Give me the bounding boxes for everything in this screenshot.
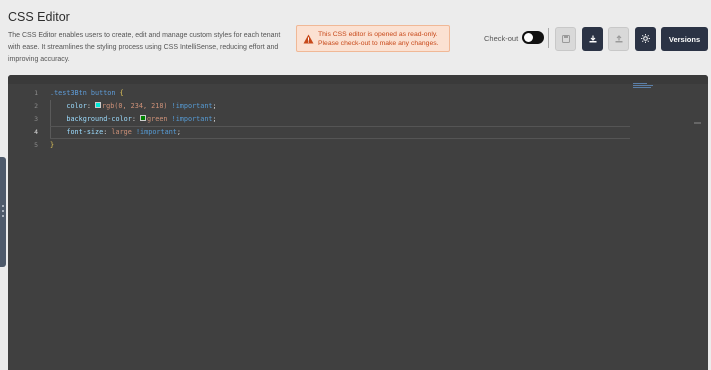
line-number: 2	[34, 101, 38, 110]
css-property: background-color	[66, 114, 132, 123]
code-line: background-color: green !important;	[50, 112, 630, 126]
code-line: .test3Btn button {	[50, 87, 630, 100]
download-button[interactable]	[582, 27, 603, 51]
save-icon	[561, 30, 570, 48]
line-number: 5	[34, 140, 38, 149]
checkout-label: Check-out	[484, 34, 519, 43]
semicolon: ;	[212, 101, 217, 110]
alert-line-2: Please check-out to make any changes.	[318, 39, 439, 47]
code-editor[interactable]: 1 2 3 4 5 .test3Btn button { color: rgb(…	[8, 75, 708, 370]
css-selector: .test3Btn button	[50, 89, 116, 97]
alert-message: This CSS editor is opened as read-only. …	[318, 30, 439, 48]
color-swatch[interactable]	[140, 115, 147, 122]
semicolon: ;	[176, 127, 181, 136]
open-brace: {	[115, 89, 124, 97]
editor-top-bar	[8, 75, 708, 84]
code-line: }	[50, 139, 630, 152]
line-number: 4	[34, 127, 38, 136]
checkout-toggle[interactable]	[522, 31, 544, 44]
line-number: 3	[34, 114, 38, 123]
save-button[interactable]	[555, 27, 576, 51]
scrollbar-marker[interactable]	[694, 122, 701, 124]
page-description: The CSS Editor enables users to create, …	[8, 32, 281, 63]
close-brace: }	[50, 140, 55, 149]
editor-minimap[interactable]	[633, 83, 663, 93]
color-swatch[interactable]	[95, 102, 102, 109]
versions-button[interactable]: Versions	[661, 27, 708, 51]
side-panel-handle[interactable]	[0, 157, 6, 267]
important-flag: !important	[131, 127, 177, 136]
colon: :	[86, 101, 96, 110]
alert-line-1: This CSS editor is opened as read-only.	[318, 30, 438, 38]
upload-icon	[615, 30, 623, 48]
page-title: CSS Editor	[8, 10, 70, 24]
css-property: font-size	[66, 127, 104, 136]
read-only-alert: This CSS editor is opened as read-only. …	[296, 25, 450, 52]
line-number: 1	[34, 89, 38, 97]
important-flag: !important	[167, 114, 213, 123]
warning-icon	[300, 34, 316, 44]
code-content[interactable]: .test3Btn button { color: rgb(0, 234, 21…	[50, 87, 630, 151]
upload-button[interactable]	[608, 27, 629, 51]
css-editor-page: CSS Editor The CSS Editor enables users …	[0, 0, 711, 370]
toggle-knob	[524, 33, 533, 42]
line-number-gutter: 1 2 3 4 5	[8, 87, 42, 151]
semicolon: ;	[212, 114, 217, 123]
colon: :	[131, 114, 141, 123]
toolbar-divider	[548, 28, 549, 48]
sun-icon	[641, 30, 650, 48]
css-value: green	[147, 114, 168, 123]
css-property: color	[66, 101, 87, 110]
css-value: large	[111, 127, 132, 136]
code-line: color: rgb(0, 234, 218) !important;	[50, 99, 630, 113]
theme-toggle-button[interactable]	[635, 27, 656, 51]
code-line-active: font-size: large !important;	[50, 125, 630, 139]
css-value: rgb(0, 234, 218)	[102, 101, 168, 110]
important-flag: !important	[167, 101, 213, 110]
download-icon	[589, 30, 597, 48]
